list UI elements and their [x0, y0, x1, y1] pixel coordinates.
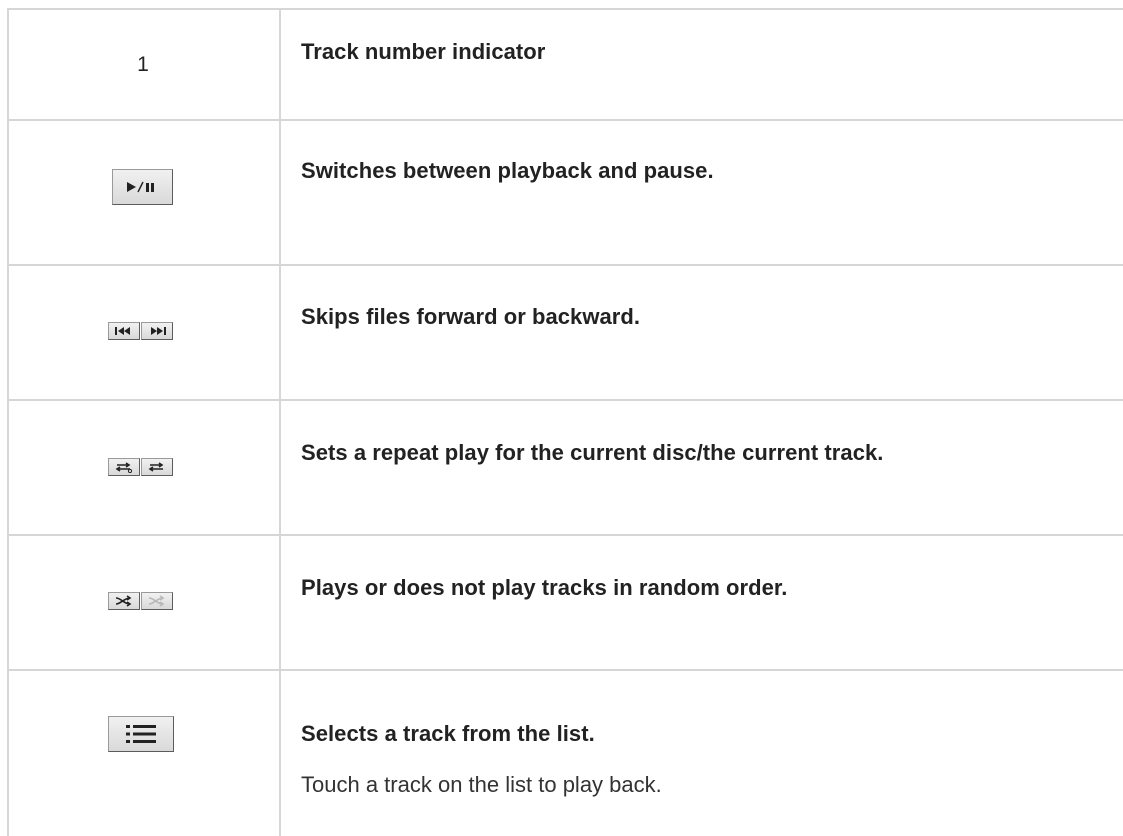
- table-row: Plays or does not play tracks in random …: [7, 534, 1123, 669]
- row-title: Skips files forward or backward.: [301, 304, 641, 329]
- icon-cell: [7, 534, 279, 669]
- row-title: Track number indicator: [301, 39, 546, 64]
- track-number-text: 1: [137, 53, 149, 76]
- icon-cell: [7, 399, 279, 534]
- play-pause-button[interactable]: [112, 169, 173, 205]
- icon-cell: [7, 669, 279, 836]
- list-icon: [126, 725, 156, 743]
- skip-previous-button[interactable]: [108, 322, 140, 340]
- icon-cell: [7, 119, 279, 264]
- icon-cell: 1: [7, 8, 279, 119]
- row-note: Touch a track on the list to play back.: [301, 772, 662, 797]
- table-row: Selects a track from the list. Touch a t…: [7, 669, 1123, 836]
- table-row: Switches between playback and pause.: [7, 119, 1123, 264]
- track-list-button[interactable]: [108, 716, 174, 752]
- repeat-disc-icon: [115, 462, 133, 473]
- description-cell: Skips files forward or backward.: [301, 264, 1123, 399]
- row-title: Plays or does not play tracks in random …: [301, 575, 788, 600]
- controls-table: 1 Track number indicator Switches betwee…: [7, 8, 1123, 836]
- row-title: Switches between playback and pause.: [301, 158, 714, 183]
- skip-next-icon: [151, 327, 166, 335]
- shuffle-on-icon: [115, 595, 132, 607]
- skip-previous-icon: [115, 327, 130, 335]
- skip-next-button[interactable]: [141, 322, 173, 340]
- play-pause-icon: [126, 181, 154, 193]
- shuffle-off-icon: [148, 595, 165, 607]
- table-row: Sets a repeat play for the current disc/…: [7, 399, 1123, 534]
- row-title: Sets a repeat play for the current disc/…: [301, 440, 884, 465]
- description-cell: Sets a repeat play for the current disc/…: [301, 399, 1123, 534]
- description-cell: Selects a track from the list. Touch a t…: [301, 669, 1123, 836]
- row-title: Selects a track from the list.: [301, 721, 595, 746]
- table-row: 1 Track number indicator: [7, 8, 1123, 119]
- repeat-disc-button[interactable]: [108, 458, 140, 476]
- repeat-track-button[interactable]: [141, 458, 173, 476]
- description-cell: Switches between playback and pause.: [301, 119, 1123, 264]
- description-cell: Plays or does not play tracks in random …: [301, 534, 1123, 669]
- table-row: Skips files forward or backward.: [7, 264, 1123, 399]
- description-cell: Track number indicator: [301, 8, 1123, 119]
- repeat-track-icon: [148, 462, 164, 472]
- icon-cell: [7, 264, 279, 399]
- shuffle-on-button[interactable]: [108, 592, 140, 610]
- shuffle-off-button[interactable]: [141, 592, 173, 610]
